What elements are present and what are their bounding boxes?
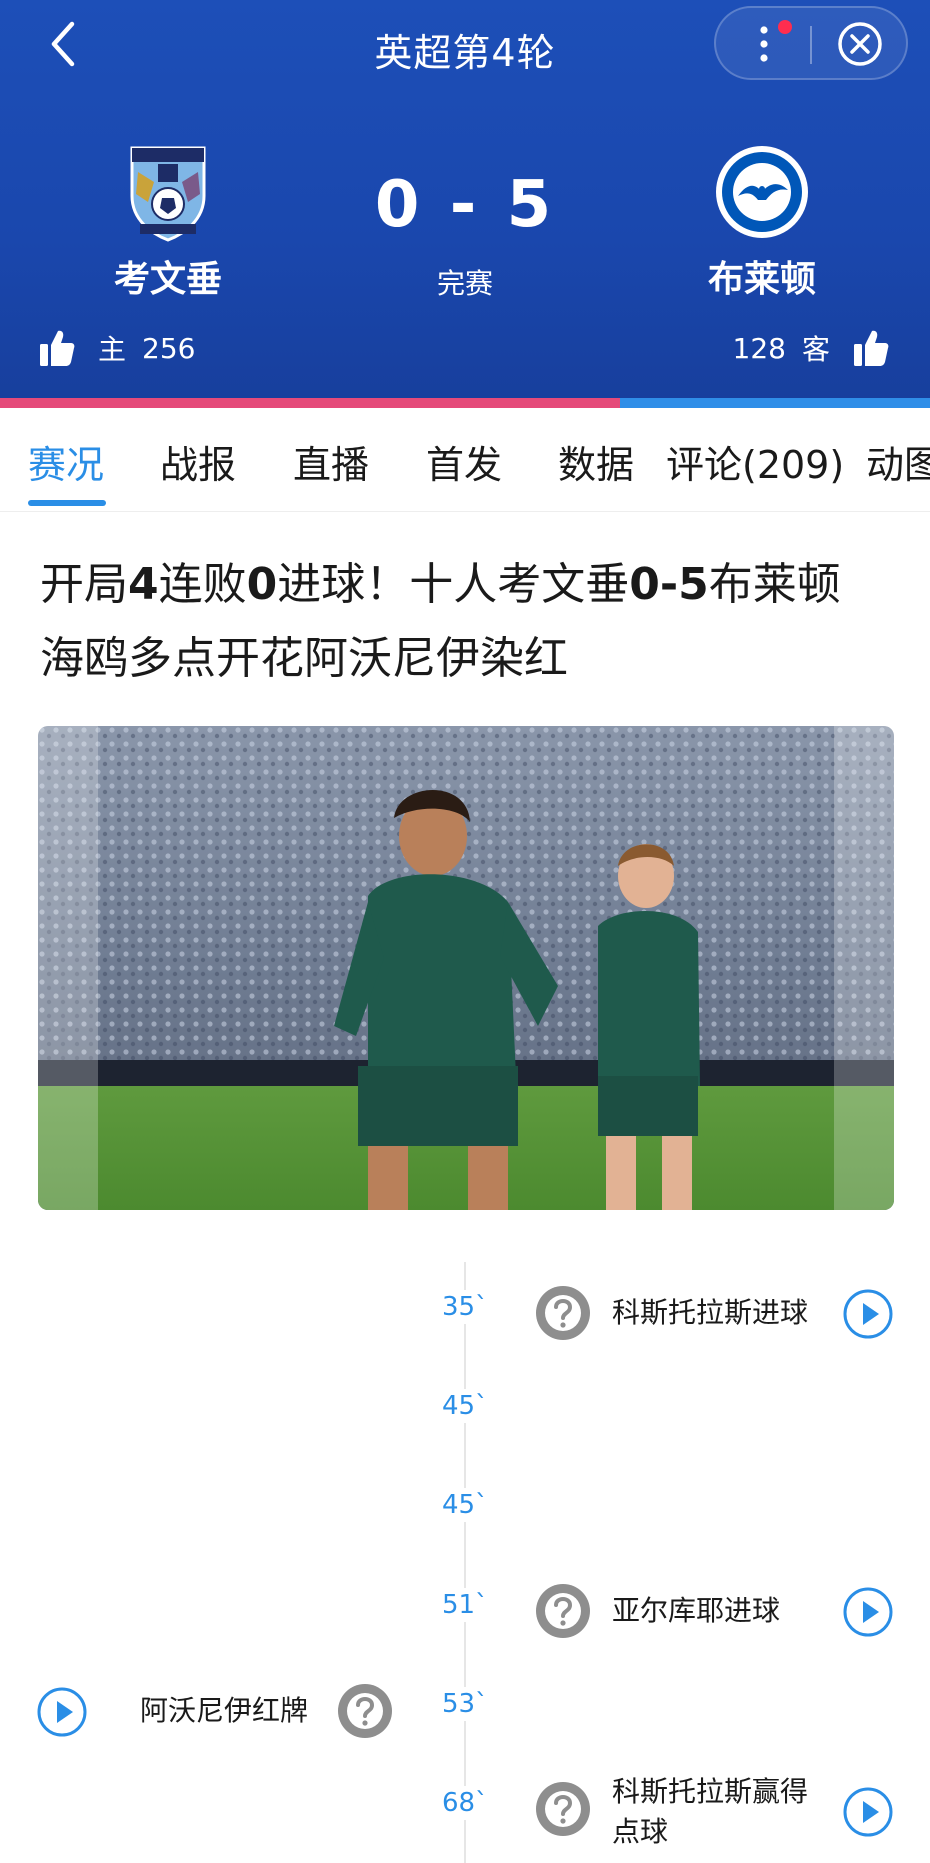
match-score: 0 - 5 [374,168,556,242]
coventry-crest-icon [130,146,206,242]
event-placeholder-icon [536,1584,590,1638]
timeline-axis [464,1262,466,1863]
home-team[interactable]: 考文垂 [58,142,278,302]
timeline-minute: 45` [432,1389,498,1423]
tab-gifs[interactable]: 动图 [866,434,930,489]
tab-stats[interactable]: 数据 [558,434,634,489]
notification-dot [778,20,792,34]
away-like[interactable]: 128 客 [733,328,890,368]
event-text: 亚尔库耶进球 [612,1594,781,1627]
timeline-minute: 35` [432,1290,498,1324]
thumbs-up-icon [854,330,889,366]
active-tab-indicator [28,500,106,506]
brighton-crest-icon [716,146,808,238]
event-text-line: 点球 [612,1815,669,1848]
capsule-divider [810,26,812,64]
match-header: 英超第4轮 考文垂 0 - 5 完赛 布莱顿 主 256 128 客 [0,0,930,400]
play-video-icon[interactable] [36,1686,88,1738]
tab-lineup[interactable]: 首发 [426,434,502,489]
home-like-count: 256 [142,331,196,365]
home-team-name: 考文垂 [113,259,222,300]
event-placeholder-icon [536,1782,590,1836]
event-text-line: 科斯托拉斯赢得 [612,1775,809,1808]
away-like-count: 128 [732,331,786,365]
home-support-fill [0,398,621,408]
tab-bar: 赛况 战报 直播 首发 数据 评论(209) 动图 [0,408,930,512]
mini-program-capsule [714,6,908,80]
home-side-label: 主 [98,333,127,366]
away-team-name: 布莱顿 [707,259,816,300]
event-text: 科斯托拉斯进球 [612,1296,809,1329]
event-placeholder-icon [536,1286,590,1340]
event-placeholder-icon [338,1684,392,1738]
play-video-icon[interactable] [842,1288,894,1340]
away-team[interactable]: 布莱顿 [652,142,872,302]
support-ratio-bar [0,398,930,408]
play-video-icon[interactable] [842,1586,894,1638]
match-photo[interactable] [38,726,894,1210]
timeline-minute: 45` [432,1488,498,1522]
play-video-icon[interactable] [842,1786,894,1838]
home-like[interactable]: 主 256 [38,328,195,368]
away-side-label: 客 [801,333,830,366]
match-status: 完赛 [436,267,493,300]
timeline-minute: 51` [432,1588,498,1622]
close-circle-icon[interactable] [834,18,886,70]
tab-report[interactable]: 战报 [160,434,236,489]
away-support-fill [620,398,930,408]
event-text: 阿沃尼伊红牌 [140,1694,309,1727]
article-headline[interactable]: 开局4连败0进球！十人考文垂0-5布莱顿 海鸥多点开花阿沃尼伊染红 [40,548,890,696]
timeline-minute: 68` [432,1786,498,1820]
timeline-minute: 53` [432,1687,498,1721]
tab-live[interactable]: 赛况 [28,434,104,489]
tab-comments[interactable]: 评论(209) [666,434,844,489]
tab-broadcast[interactable]: 直播 [293,434,369,489]
thumbs-up-icon [40,330,75,366]
event-text: 科斯托拉斯赢得 点球 [612,1772,808,1852]
